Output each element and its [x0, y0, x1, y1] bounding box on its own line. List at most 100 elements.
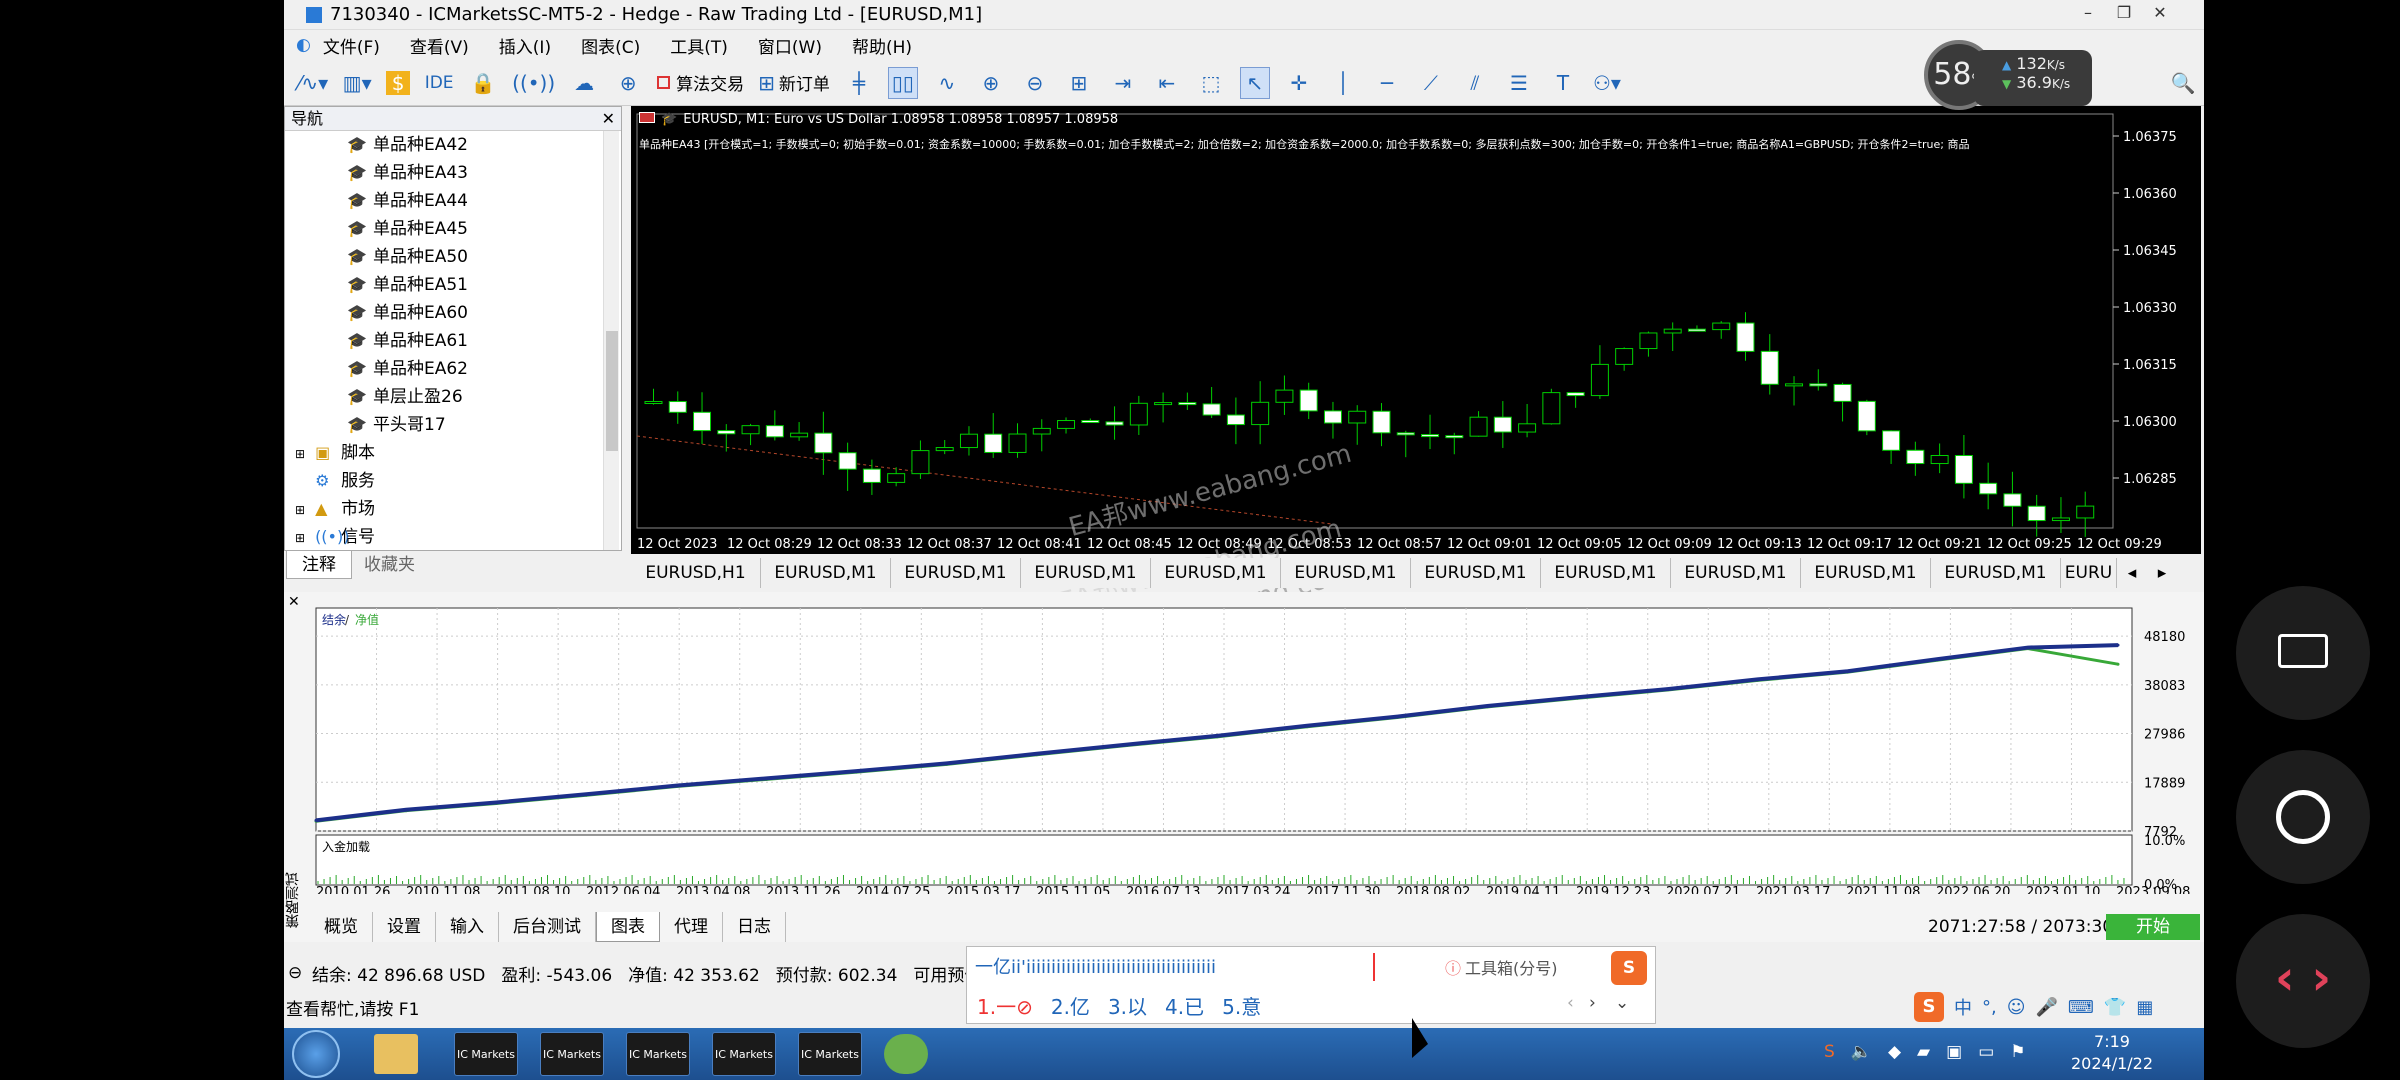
- trendline-icon[interactable]: ⟋: [1416, 67, 1446, 99]
- explorer-icon[interactable]: [374, 1034, 418, 1074]
- menu-insert[interactable]: 插入(I): [499, 33, 551, 58]
- tab-scroll-left-icon[interactable]: ◂: [2117, 558, 2147, 590]
- nav-group-scripts[interactable]: ⊞ ▣ 脚本: [285, 439, 605, 467]
- menu-file[interactable]: 文件(F): [323, 33, 380, 58]
- tab-comments[interactable]: 注释: [286, 551, 352, 579]
- tab-scroll-right-icon[interactable]: ▸: [2147, 558, 2177, 590]
- fibonacci-icon[interactable]: ☰: [1504, 67, 1534, 99]
- clock-time[interactable]: 7:19: [2072, 1032, 2152, 1051]
- volume-icon[interactable]: 🔈: [1851, 1042, 1872, 1062]
- nav-item-pt17[interactable]: 🎓 平头哥17: [285, 411, 605, 439]
- nav-item-ea50[interactable]: 🎓 单品种EA50: [285, 243, 605, 271]
- maximize-button[interactable]: ❐: [2110, 3, 2138, 25]
- taskbar-app-icmarkets[interactable]: IC Markets: [798, 1032, 862, 1076]
- bar-chart-icon[interactable]: ╪: [844, 67, 874, 99]
- clock-date[interactable]: 2024/1/22: [2062, 1054, 2162, 1073]
- keyboard-button[interactable]: [2236, 586, 2370, 720]
- close-button[interactable]: ✕: [2146, 3, 2174, 25]
- sogou-icon[interactable]: S: [1914, 992, 1944, 1022]
- menu-tools[interactable]: 工具(T): [670, 33, 728, 58]
- tab-favorites[interactable]: 收藏夹: [364, 551, 415, 579]
- menu-view[interactable]: 查看(V): [410, 33, 469, 58]
- nav-item-ea42[interactable]: 🎓 单品种EA42: [285, 131, 605, 159]
- candidate-2[interactable]: 2.亿: [1051, 991, 1090, 1020]
- chart-tab[interactable]: EURUSD,M1: [1151, 558, 1281, 588]
- template-icon[interactable]: ▥▾: [342, 67, 372, 99]
- candidate-3[interactable]: 3.以: [1108, 991, 1147, 1020]
- ime-input[interactable]: 一亿ii'iiiiiiiiiiiiiiiiiiiiiiiiiiiiiiiiiii…: [975, 953, 1375, 981]
- tab-backtest[interactable]: 后台测试: [499, 912, 596, 942]
- tab-journal[interactable]: 日志: [723, 912, 786, 942]
- dollar-icon[interactable]: $: [386, 70, 411, 95]
- emoji-icon[interactable]: ☺: [2007, 997, 2026, 1018]
- text-icon[interactable]: T: [1548, 67, 1578, 99]
- punct-icon[interactable]: °,: [1982, 997, 1997, 1018]
- network-icon[interactable]: ▭: [1978, 1042, 1994, 1062]
- chart-tab[interactable]: EURUSD,M1: [1541, 558, 1671, 588]
- balance-chart[interactable]: 48180 38083 27986 17889 7792 结余 / 净值 入金加载 10.0% 0.…: [310, 606, 2202, 900]
- ide-button[interactable]: IDE: [424, 67, 454, 99]
- chart-tab[interactable]: EURUSD,M1: [761, 558, 891, 588]
- collapse-icon[interactable]: ⊖: [288, 963, 302, 983]
- new-order-button[interactable]: ⊞ 新订单: [758, 67, 830, 99]
- crosshair-icon[interactable]: ✛: [1284, 67, 1314, 99]
- cursor-icon[interactable]: ↖: [1239, 66, 1270, 99]
- menu-help[interactable]: 帮助(H): [852, 33, 912, 58]
- tab-graph[interactable]: 图表: [596, 912, 660, 942]
- nav-item-ea51[interactable]: 🎓 单品种EA51: [285, 271, 605, 299]
- tab-settings[interactable]: 设置: [373, 912, 436, 942]
- algo-trading-button[interactable]: 算法交易: [657, 67, 744, 99]
- ime-toolbox[interactable]: ⓘ 工具箱(分号): [1445, 955, 1558, 979]
- candidate-5[interactable]: 5.意: [1222, 991, 1261, 1020]
- price-chart[interactable]: 1.06375 1.06360 1.06345 1.06330 1.06315 1.063…: [631, 106, 2201, 554]
- home-button[interactable]: [2236, 750, 2370, 884]
- taskbar-app-icmarkets[interactable]: IC Markets: [626, 1032, 690, 1076]
- start-button[interactable]: 开始: [2106, 914, 2200, 940]
- chart-tab[interactable]: EURUSD,H1: [631, 558, 761, 588]
- chart-tab[interactable]: EURUSD,M1: [1411, 558, 1541, 588]
- candidate-1[interactable]: 1.一⊘: [977, 991, 1033, 1020]
- channel-icon[interactable]: ⫽: [1460, 67, 1490, 99]
- nav-item-ea62[interactable]: 🎓 单品种EA62: [285, 355, 605, 383]
- tray-icon-1[interactable]: ◆: [1888, 1042, 1901, 1062]
- tab-inputs[interactable]: 输入: [436, 912, 499, 942]
- signal-icon[interactable]: ((•)): [512, 67, 555, 99]
- vertical-line-icon[interactable]: │: [1328, 67, 1358, 99]
- code-toggle-button[interactable]: ‹ ›: [2236, 914, 2370, 1048]
- lock-icon[interactable]: 🔒: [468, 67, 498, 99]
- nav-item-ea60[interactable]: 🎓 单品种EA60: [285, 299, 605, 327]
- skin-icon[interactable]: 👕: [2104, 997, 2126, 1018]
- tab-overview[interactable]: 概览: [310, 912, 373, 942]
- keyboard-icon[interactable]: ⌨: [2068, 997, 2094, 1018]
- chart-tab[interactable]: EURUSD,M1: [1281, 558, 1411, 588]
- vps-icon[interactable]: ⊕: [613, 67, 643, 99]
- line-chart-icon[interactable]: ∿: [932, 67, 962, 99]
- tray-icon-2[interactable]: ▰: [1917, 1042, 1930, 1062]
- taskbar-app-icmarkets[interactable]: IC Markets: [454, 1032, 518, 1076]
- nav-item-ea44[interactable]: 🎓 单品种EA44: [285, 187, 605, 215]
- chart-shift-icon[interactable]: ⇤: [1152, 67, 1182, 99]
- nav-item-ea45[interactable]: 🎓 单品种EA45: [285, 215, 605, 243]
- search-icon[interactable]: 🔍: [2168, 67, 2198, 99]
- mic-icon[interactable]: 🎤: [2036, 997, 2058, 1018]
- nav-item-ea61[interactable]: 🎓 单品种EA61: [285, 327, 605, 355]
- grid-menu-icon[interactable]: ▦: [2136, 997, 2153, 1018]
- ime-lang[interactable]: 中: [1954, 994, 1972, 1020]
- horizontal-line-icon[interactable]: ─: [1372, 67, 1402, 99]
- navigator-scrollbar[interactable]: [603, 131, 619, 551]
- candidate-4[interactable]: 4.已: [1165, 991, 1204, 1020]
- cloud-icon[interactable]: ☁: [569, 67, 599, 99]
- chart-tab[interactable]: EURU: [2061, 558, 2117, 588]
- nav-group-market[interactable]: ⊞ ▲ 市场: [285, 495, 605, 523]
- nav-item-ea43[interactable]: 🎓 单品种EA43: [285, 159, 605, 187]
- nav-item-tp26[interactable]: 🎓 单层止盈26: [285, 383, 605, 411]
- nav-group-services[interactable]: ⊞⚙服务: [285, 467, 605, 495]
- expand-candidates-icon[interactable]: ⌄: [1615, 993, 1629, 1013]
- chart-tab[interactable]: EURUSD,M1: [1021, 558, 1151, 588]
- autoscroll-icon[interactable]: ⇥: [1108, 67, 1138, 99]
- grid-icon[interactable]: ⊞: [1064, 67, 1094, 99]
- chart-type-icon[interactable]: ⁄∿▾: [298, 67, 328, 99]
- mt5-taskbar-icon[interactable]: [884, 1034, 928, 1074]
- tab-agents[interactable]: 代理: [660, 912, 723, 942]
- chart-tab[interactable]: EURUSD,M1: [891, 558, 1021, 588]
